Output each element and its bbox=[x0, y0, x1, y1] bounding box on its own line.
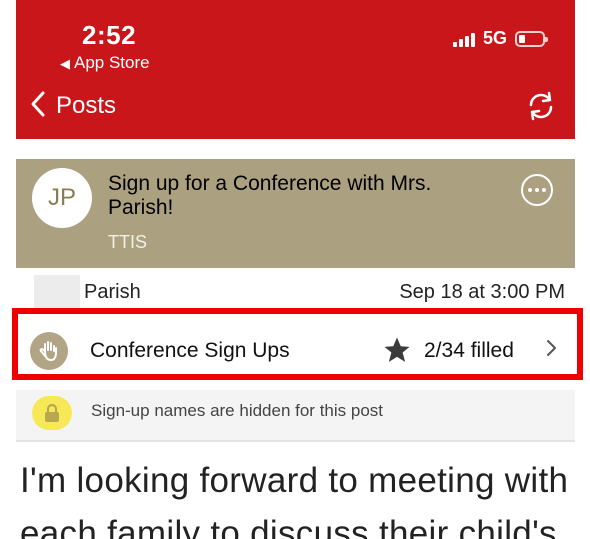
lock-icon bbox=[32, 396, 72, 430]
back-label: Posts bbox=[56, 91, 117, 119]
post-author: Parish bbox=[84, 281, 141, 303]
avatar[interactable]: JP bbox=[32, 168, 92, 228]
back-to-app-store[interactable]: ◀ App Store bbox=[60, 53, 150, 73]
back-app-label: App Store bbox=[74, 53, 150, 72]
signup-filled-count: 2/34 filled bbox=[424, 339, 514, 362]
chevron-left-icon bbox=[30, 90, 46, 121]
author-thumbnail bbox=[34, 275, 80, 309]
status-indicators: 5G bbox=[452, 28, 548, 49]
star-icon bbox=[382, 335, 412, 365]
refresh-icon[interactable] bbox=[525, 90, 557, 122]
app-screen: 2:52 ◀ App Store 5G Posts JP Sign up for… bbox=[16, 0, 575, 539]
header: 2:52 ◀ App Store 5G Posts bbox=[16, 0, 575, 139]
chevron-right-icon bbox=[546, 338, 558, 364]
hidden-names-text: Sign-up names are hidden for this post bbox=[91, 401, 384, 420]
more-options-icon[interactable] bbox=[519, 172, 555, 208]
post-subtitle: TTIS bbox=[108, 232, 147, 252]
post-date: Sep 18 at 3:00 PM bbox=[399, 281, 565, 303]
network-type: 5G bbox=[482, 28, 507, 48]
signup-label: Conference Sign Ups bbox=[90, 339, 290, 362]
signal-icon bbox=[452, 31, 475, 47]
post-body: I'm looking forward to meeting with each… bbox=[20, 461, 569, 539]
back-triangle-icon: ◀ bbox=[60, 56, 70, 71]
status-time: 2:52 bbox=[82, 20, 137, 50]
battery-icon bbox=[515, 30, 548, 47]
post-title: Sign up for a Conference with Mrs. Paris… bbox=[108, 172, 432, 219]
back-button[interactable]: Posts bbox=[30, 90, 116, 121]
raised-hand-icon bbox=[30, 332, 68, 370]
